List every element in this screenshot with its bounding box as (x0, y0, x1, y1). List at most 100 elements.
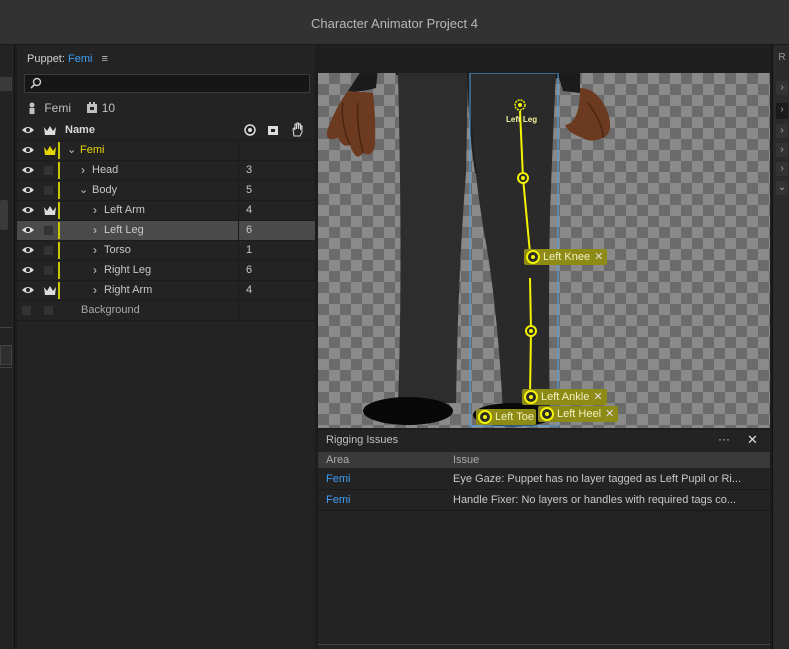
crown-toggle[interactable] (44, 186, 53, 195)
crown-toggle[interactable] (44, 266, 53, 275)
name-column-header[interactable]: Name (65, 124, 95, 136)
right-panel-tab[interactable]: › (776, 81, 788, 95)
area-column-header[interactable]: Area (326, 454, 349, 466)
visibility-eye-icon[interactable] (21, 244, 35, 259)
chevron-right-icon[interactable]: › (776, 124, 788, 138)
layer-row[interactable]: › Torso 1 (17, 241, 315, 261)
more-options-icon[interactable]: ··· (718, 432, 730, 446)
visibility-eye-icon[interactable] (21, 204, 35, 219)
column-separator (238, 201, 239, 220)
left-ankle-tag[interactable]: Left Ankle ✕ (522, 389, 607, 405)
crown-icon[interactable] (43, 144, 57, 156)
chevron-right-icon[interactable]: › (93, 263, 97, 277)
chevron-down-icon[interactable]: ⌄ (67, 143, 76, 156)
chevron-down-icon[interactable]: ⌄ (79, 183, 88, 196)
crown-toggle[interactable] (44, 166, 53, 175)
left-panel-field[interactable] (0, 345, 12, 365)
left-leg-label: Left Leg (506, 115, 538, 124)
close-icon[interactable]: ✕ (605, 408, 614, 420)
column-separator (238, 301, 239, 320)
rigging-issues-panel: Rigging Issues ··· ✕ Area Issue Femi Eye… (318, 430, 770, 649)
close-panel-icon[interactable]: ✕ (747, 432, 758, 448)
rigging-issues-columns: Area Issue (318, 452, 770, 468)
close-icon[interactable]: ✕ (594, 251, 603, 263)
crown-icon[interactable] (43, 204, 57, 216)
chevron-right-icon[interactable]: › (776, 143, 788, 157)
visibility-eye-icon[interactable] (21, 184, 35, 199)
visibility-eye-icon[interactable] (21, 224, 35, 239)
crown-toggle[interactable] (44, 226, 53, 235)
chevron-down-icon[interactable]: ⌄ (776, 181, 788, 195)
issue-row[interactable]: Femi Eye Gaze: Puppet has no layer tagge… (318, 469, 770, 490)
layer-handle-count: 3 (246, 164, 253, 176)
column-separator (238, 221, 239, 240)
hamburger-menu-icon[interactable]: ≡ (102, 53, 108, 65)
puppet-canvas[interactable]: Left Leg Left Knee ✕ Left Ankle ✕ Left Toe… (318, 73, 770, 428)
layer-row[interactable]: › Head 3 (17, 161, 315, 181)
layer-row[interactable]: ⌄ Body 5 (17, 181, 315, 201)
layer-name: Right Arm (104, 284, 153, 296)
visibility-eye-icon[interactable] (21, 144, 35, 159)
visibility-eye-icon[interactable] (21, 164, 35, 179)
layer-row[interactable]: › Right Leg 6 (17, 261, 315, 281)
left-hand (326, 91, 376, 157)
layer-handle-count: 6 (246, 224, 253, 236)
layer-row[interactable]: › Right Arm 4 (17, 281, 315, 301)
issue-column-header[interactable]: Issue (453, 454, 479, 466)
column-separator (238, 181, 239, 200)
record-column-icon (244, 124, 256, 136)
issue-area-link[interactable]: Femi (326, 473, 350, 485)
layer-color-bar (58, 202, 60, 219)
person-icon (29, 102, 35, 114)
layer-color-bar (58, 182, 60, 199)
handle-dot-icon (526, 250, 540, 264)
issue-row[interactable]: Femi Handle Fixer: No layers or handles … (318, 490, 770, 511)
layer-color-bar (58, 222, 60, 239)
layer-handle-count: 4 (246, 284, 253, 296)
visibility-column-icon (22, 127, 34, 133)
crown-icon[interactable] (43, 284, 57, 296)
left-panel-scrollbar[interactable] (0, 200, 8, 230)
chevron-right-icon[interactable]: › (81, 163, 85, 177)
column-separator (238, 141, 239, 160)
chevron-right-icon[interactable]: › (93, 243, 97, 257)
left-toe-tag[interactable]: Left Toe (476, 409, 536, 425)
visibility-toggle[interactable] (22, 306, 31, 315)
layer-handle-count: 1 (246, 244, 253, 256)
left-knee-tag[interactable]: Left Knee ✕ (524, 249, 608, 265)
hand-column-icon (292, 122, 303, 137)
layer-name: Torso (104, 244, 131, 256)
layer-row[interactable]: ⌄ Femi (17, 141, 315, 161)
chevron-right-icon[interactable]: › (93, 283, 97, 297)
handle[interactable] (517, 172, 529, 184)
chevron-right-icon[interactable]: › (93, 203, 97, 217)
column-separator (238, 241, 239, 260)
layer-list: Name ⌄ Femi › Head 3 ⌄ Body 5 › Left Arm 4 › Left Le… (17, 121, 315, 321)
chevron-right-icon[interactable]: › (776, 162, 788, 176)
right-pant-leg (398, 73, 468, 403)
visibility-eye-icon[interactable] (21, 264, 35, 279)
right-collapsed-panel: R › › › › › ⌄ (772, 45, 789, 649)
search-input[interactable] (24, 74, 310, 93)
right-panel-tab[interactable]: › (776, 103, 788, 119)
layer-row[interactable]: › Left Arm 4 (17, 201, 315, 221)
chevron-right-icon[interactable]: › (93, 223, 97, 237)
crown-column-icon (44, 126, 56, 135)
issue-area-link[interactable]: Femi (326, 494, 350, 506)
layer-count: 10 (101, 100, 116, 115)
close-icon[interactable]: ✕ (593, 391, 602, 403)
left-panel-tab[interactable] (0, 77, 12, 91)
crown-toggle[interactable] (44, 246, 53, 255)
crown-toggle[interactable] (44, 306, 53, 315)
layer-color-bar (58, 162, 60, 179)
left-heel-tag[interactable]: Left Heel ✕ (538, 406, 619, 422)
layer-row[interactable]: Background (17, 301, 315, 321)
left-knee-label: Left Knee (543, 251, 591, 263)
layer-row[interactable]: › Left Leg 6 (17, 221, 315, 241)
puppet-meta-name: Femi (44, 100, 72, 115)
puppet-panel: Puppet: Femi ≡ Femi 10 Name ⌄ Femi › Head 3 ⌄… (17, 45, 315, 649)
column-separator (238, 261, 239, 280)
visibility-eye-icon[interactable] (21, 284, 35, 299)
handle-dot-icon (524, 390, 538, 404)
handle[interactable] (525, 325, 537, 337)
